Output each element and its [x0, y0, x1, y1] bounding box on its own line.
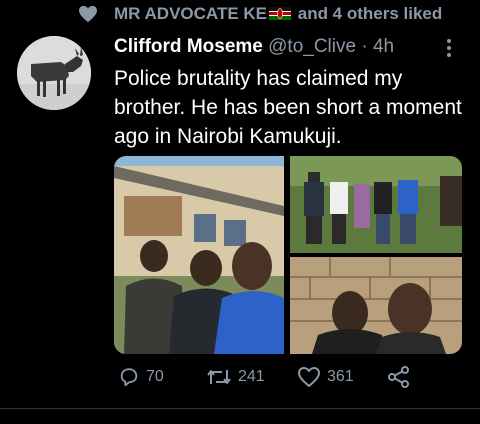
like-count: 361	[327, 368, 354, 385]
retweet-icon	[207, 370, 231, 384]
media-grid	[114, 156, 462, 354]
avatar-donkey-image	[17, 36, 91, 110]
more-options-icon[interactable]	[446, 38, 452, 58]
liked-by-text: MR ADVOCATE KE and 4 others liked	[114, 4, 442, 24]
photo-selfie-wall[interactable]	[290, 257, 462, 354]
tweet-divider	[0, 408, 480, 409]
author-handle[interactable]: @to_Clive	[268, 36, 356, 57]
retweet-button[interactable]: 241	[206, 366, 265, 388]
retweet-count: 241	[238, 368, 265, 385]
like-button[interactable]: 361	[297, 366, 354, 388]
photo-group-outdoor[interactable]	[290, 156, 462, 253]
social-context-banner[interactable]: MR ADVOCATE KE and 4 others liked	[0, 0, 480, 28]
tweet-text: Police brutality has claimed my brother.…	[114, 67, 462, 148]
avatar[interactable]	[17, 36, 91, 110]
header-separator: ·	[361, 36, 368, 57]
liked-by-suffix: and 4 others liked	[297, 4, 443, 23]
tweet-header: Clifford Moseme @to_Clive · 4h	[114, 36, 394, 58]
share-button[interactable]	[387, 366, 417, 388]
reply-icon	[120, 368, 138, 387]
share-icon	[388, 366, 409, 388]
tweet-actions: 70 241 361	[0, 360, 480, 400]
like-heart-icon	[298, 367, 320, 387]
liked-by-name: MR ADVOCATE KE	[114, 4, 267, 23]
reply-count: 70	[146, 368, 164, 385]
reply-button[interactable]: 70	[118, 366, 164, 388]
heart-icon	[79, 5, 97, 23]
kenya-flag-icon	[269, 7, 291, 21]
photo-selfie-building[interactable]	[114, 156, 284, 354]
tweet-time[interactable]: 4h	[373, 36, 394, 57]
author-name[interactable]: Clifford Moseme	[114, 36, 263, 57]
